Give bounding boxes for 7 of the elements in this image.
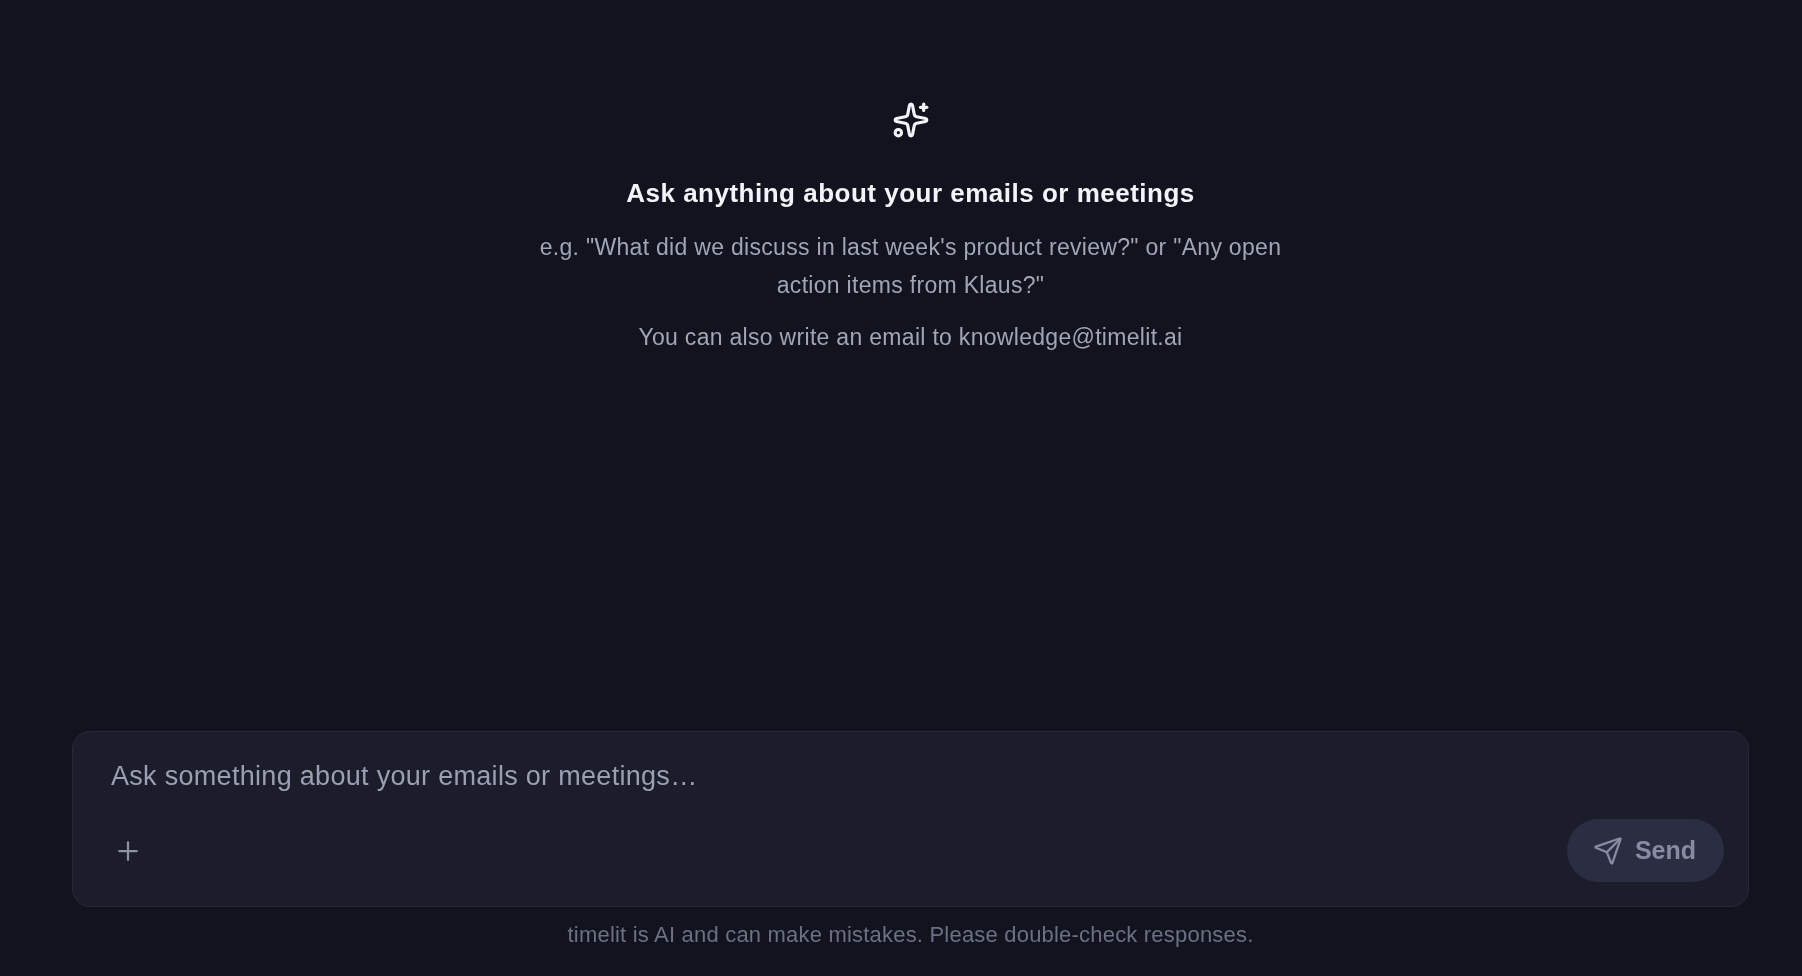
email-hint-text: You can also write an email to knowledge@timelit.ai [638, 323, 1183, 352]
paper-plane-icon [1592, 835, 1623, 866]
sparkles-icon [891, 101, 930, 139]
empty-state-title: Ask anything about your emails or meetings [626, 177, 1195, 209]
example-questions-text: e.g. "What did we discuss in last week's product review?" or "Any open action items from Klaus?" [538, 233, 1283, 300]
message-input-field[interactable]: Ask something about your emails or meetings… [111, 754, 1724, 798]
disclaimer-text: timelit is AI and can make mistakes. Please double-check responses. [567, 921, 1254, 949]
